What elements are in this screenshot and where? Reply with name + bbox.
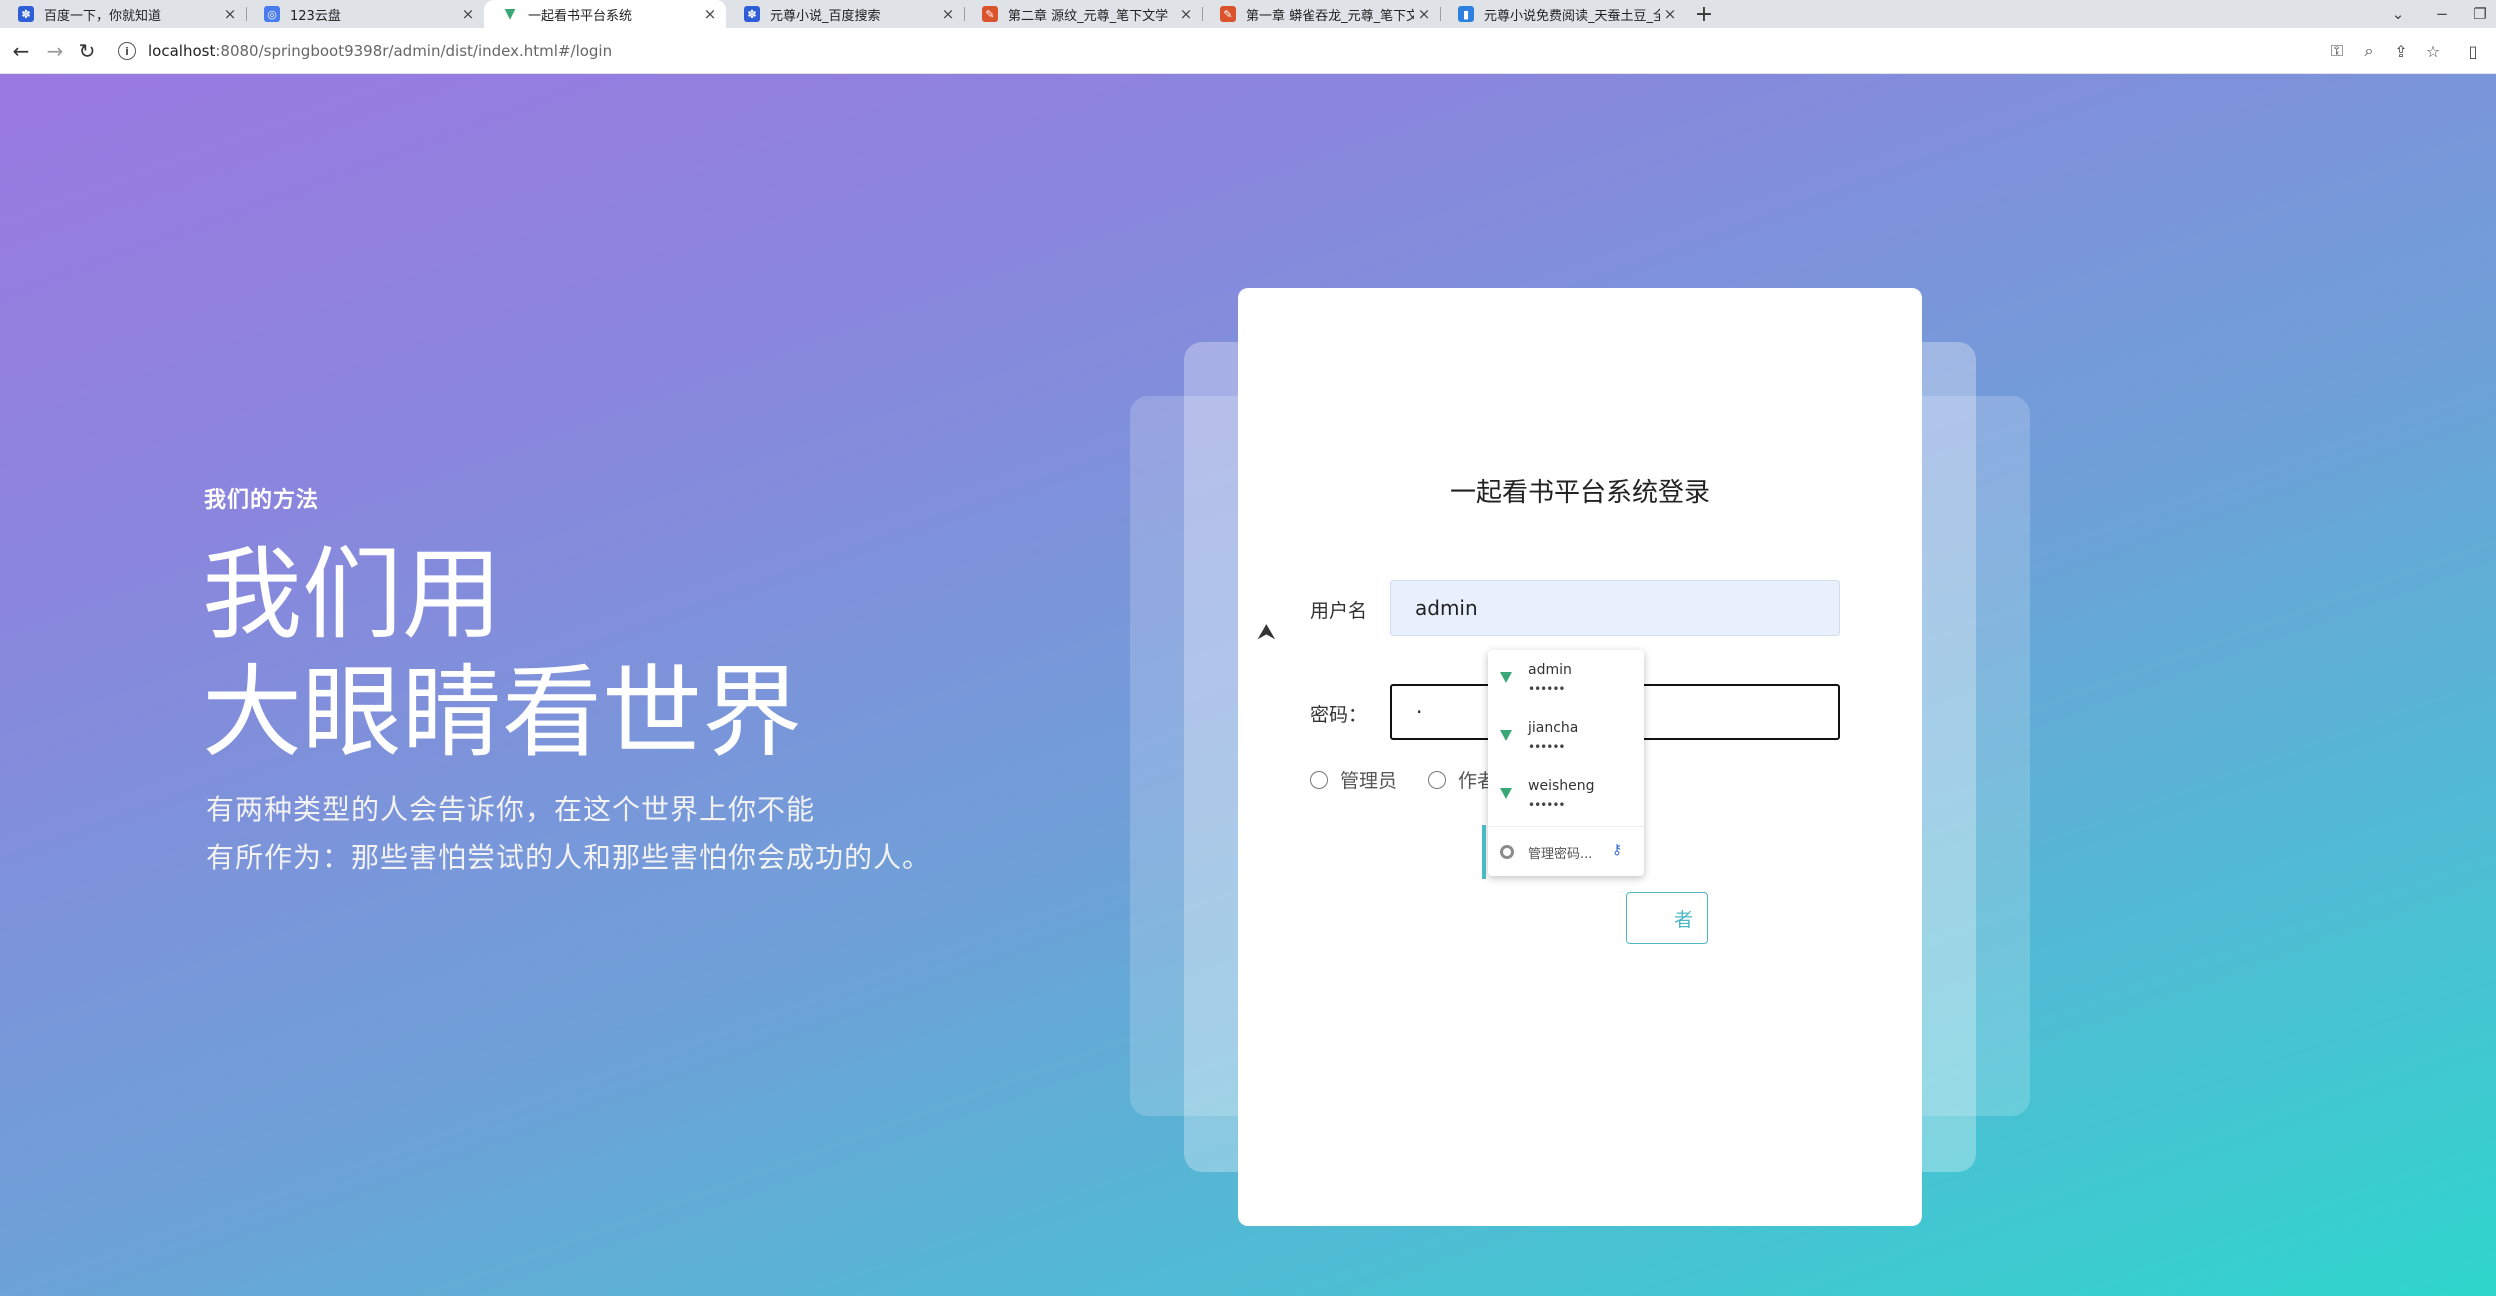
tab-yiqikanshu[interactable]: ▼ 一起看书平台系统 × (484, 0, 726, 28)
vue-logo-icon (1500, 788, 1512, 799)
hero-subtitle: 有两种类型的人会告诉你，在这个世界上你不能 有所作为：那些害怕尝试的人和那些害怕… (206, 786, 931, 882)
minimize-icon[interactable]: − (2424, 0, 2460, 28)
key-icon: ⚷ (1612, 842, 1623, 858)
info-icon[interactable]: i (118, 42, 136, 60)
tab-title: 百度一下，你就知道 (44, 8, 162, 24)
back-arrow-icon[interactable]: ← (6, 36, 36, 66)
login-page: 我们的方法 我们用 大眼睛看世界 有两种类型的人会告诉你，在这个世界上你不能 有… (0, 74, 2496, 1296)
autofill-account[interactable]: admin •••••• (1488, 650, 1644, 706)
account-password: •••••• (1528, 740, 1565, 754)
side-panel-icon[interactable]: ▯ (2458, 36, 2488, 66)
account-password: •••••• (1528, 798, 1565, 812)
radio-circle[interactable] (1310, 770, 1328, 789)
radio-circle[interactable] (1428, 770, 1446, 789)
account-username: weisheng (1528, 778, 1595, 794)
hero-kicker: 我们的方法 (204, 488, 320, 513)
baidu-paw-icon: ✽ (18, 6, 34, 22)
plus-icon[interactable]: + (1690, 0, 1718, 28)
book-site-icon: ✎ (982, 6, 998, 22)
forward-arrow-icon[interactable]: → (40, 36, 70, 66)
hero-title-line: 大眼睛看世界 (202, 654, 802, 771)
vue-logo-icon: ▼ (504, 6, 516, 22)
cloud-drive-icon: ◎ (264, 6, 280, 22)
hero-title: 我们用 大眼睛看世界 (202, 536, 802, 772)
chevron-down-icon[interactable]: ⌄ (2380, 0, 2416, 28)
mouse-pointer-icon: ⮝ (1257, 620, 1276, 645)
book-site-icon: ✎ (1220, 6, 1236, 22)
close-tab-icon[interactable]: × (1660, 5, 1680, 23)
google-icon (1500, 845, 1514, 859)
register-author-button[interactable]: 者 (1626, 892, 1708, 944)
hero-subtitle-line: 有所作为：那些害怕尝试的人和那些害怕你会成功的人。 (206, 841, 932, 874)
browser-toolbar: ← → ↻ i localhost :8080/springboot9398r/… (0, 28, 2496, 74)
hero-subtitle-line: 有两种类型的人会告诉你，在这个世界上你不能 (206, 793, 816, 826)
manage-passwords-item[interactable]: 管理密码... ⚷ (1482, 825, 1644, 879)
bookmark-star-icon[interactable]: ☆ (2418, 36, 2448, 66)
close-tab-icon[interactable]: × (1414, 5, 1434, 23)
tab-chapter-2[interactable]: ✎ 第二章 源纹_元尊_笔下文学 × (964, 0, 1202, 28)
account-password: •••••• (1528, 682, 1565, 696)
tab-baidu[interactable]: ✽ 百度一下，你就知道 × (0, 0, 246, 28)
tab-title: 元尊小说_百度搜索 (770, 8, 881, 24)
tab-chapter-1[interactable]: ✎ 第一章 蟒雀吞龙_元尊_笔下文学 × (1202, 0, 1440, 28)
tab-title: 第二章 源纹_元尊_笔下文学 (1008, 8, 1169, 24)
tab-free-read[interactable]: ▮ 元尊小说免费阅读_天蚕土豆_全 × (1440, 0, 1686, 28)
restore-icon[interactable]: ❐ (2464, 0, 2496, 28)
autofill-account[interactable]: jiancha •••••• (1488, 708, 1644, 764)
focus-indicator (1482, 825, 1486, 879)
password-autofill-popup: admin •••••• jiancha •••••• weisheng •••… (1482, 650, 1644, 879)
close-tab-icon[interactable]: × (938, 5, 958, 23)
vue-logo-icon (1500, 730, 1512, 741)
role-radio-admin[interactable]: 管理员 (1310, 766, 1397, 793)
hero-title-line: 我们用 (202, 536, 502, 653)
tab-123pan[interactable]: ◎ 123云盘 × (246, 0, 484, 28)
tab-title: 第一章 蟒雀吞龙_元尊_笔下文学 (1246, 8, 1414, 24)
password-label: 密码： (1310, 704, 1368, 726)
username-label: 用户名 (1310, 600, 1368, 622)
tab-title: 123云盘 (290, 8, 341, 24)
close-tab-icon[interactable]: × (700, 5, 720, 23)
role-label: 管理员 (1340, 770, 1398, 792)
url-path: :8080/springboot9398r/admin/dist/index.h… (215, 42, 613, 60)
zoom-icon[interactable]: ⌕ (2354, 36, 2384, 66)
close-tab-icon[interactable]: × (220, 5, 240, 23)
account-username: admin (1528, 662, 1572, 678)
login-title: 一起看书平台系统登录 (1449, 478, 1710, 508)
baidu-paw-icon: ✽ (744, 6, 760, 22)
account-username: jiancha (1528, 720, 1579, 736)
close-tab-icon[interactable]: × (458, 5, 478, 23)
address-bar[interactable]: i localhost :8080/springboot9398r/admin/… (118, 36, 612, 66)
tab-strip: ✽ 百度一下，你就知道 × ◎ 123云盘 × ▼ 一起看书平台系统 × ✽ 元… (0, 0, 2496, 28)
username-input[interactable]: admin (1390, 580, 1840, 636)
role-radio-author[interactable]: 作者 (1428, 766, 1496, 793)
button-label: 者 (1673, 908, 1693, 931)
manage-passwords-label: 管理密码... (1528, 847, 1593, 862)
tab-title: 一起看书平台系统 (528, 8, 633, 24)
close-tab-icon[interactable]: × (1176, 5, 1196, 23)
url-host: localhost (148, 42, 216, 60)
autofill-account[interactable]: weisheng •••••• (1488, 766, 1644, 822)
share-icon[interactable]: ⇪ (2386, 36, 2416, 66)
tab-baidu-search[interactable]: ✽ 元尊小说_百度搜索 × (726, 0, 964, 28)
tab-title: 元尊小说免费阅读_天蚕土豆_全 (1484, 8, 1660, 24)
reload-icon[interactable]: ↻ (72, 36, 102, 66)
bookmark-site-icon: ▮ (1458, 6, 1474, 22)
vue-logo-icon (1500, 672, 1512, 683)
key-icon[interactable]: ⚿ (2322, 36, 2352, 66)
